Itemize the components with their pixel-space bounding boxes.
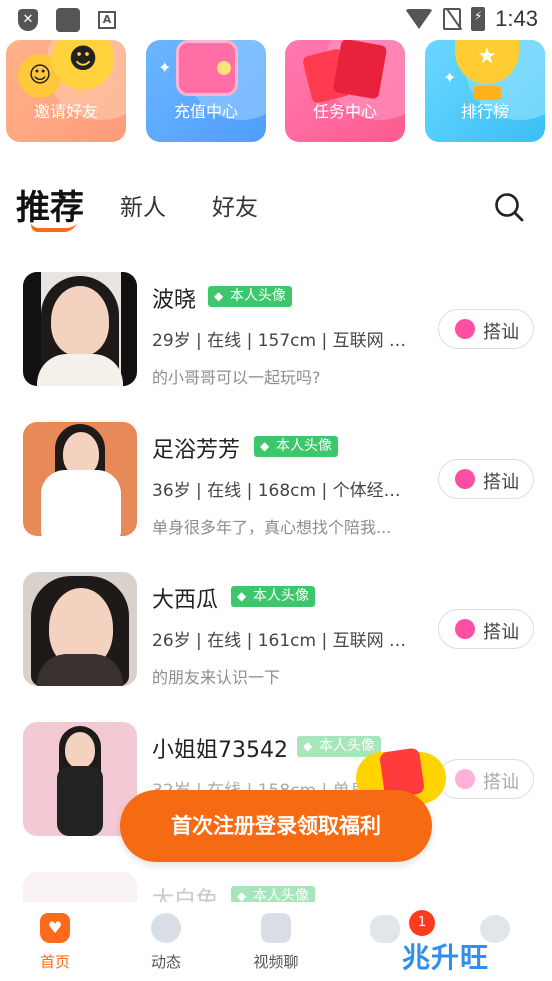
unread-badge: 1 (409, 910, 435, 936)
avatar-face (65, 732, 95, 768)
user-info: 26岁 | 在线 | 161cm | 互联网 | ... (152, 631, 410, 651)
list-item[interactable]: 大白兔 本人头像 (0, 862, 552, 902)
sparkle-icon: ✦ (443, 68, 457, 87)
verified-badge: 本人头像 (208, 286, 292, 307)
heart-icon (455, 469, 475, 489)
tab-bar: 推荐 新人 好友 (16, 176, 536, 240)
chat-up-button[interactable]: 搭讪 (438, 759, 534, 799)
a-icon: A (98, 11, 116, 29)
avatar-face (51, 286, 109, 356)
user-info: 36岁 | 在线 | 168cm | 个体经营... (152, 481, 410, 501)
verified-badge: 本人头像 (254, 436, 338, 457)
user-name: 大西瓜 (152, 588, 219, 613)
feature-cards: ☺ ☻ 邀请好友 ✦ 充值中心 任务中心 ✦ 排行榜 (6, 40, 552, 144)
verified-badge: 本人头像 (231, 586, 315, 607)
nav-feed-label: 动态 (150, 953, 181, 971)
nav-video-chat[interactable]: 视频聊 (236, 913, 316, 972)
shield-icon: ✕ (18, 9, 38, 31)
avatar-body (37, 654, 123, 686)
chat-up-label: 搭讪 (483, 472, 519, 493)
invite-friends-card[interactable]: ☺ ☻ 邀请好友 (6, 40, 126, 142)
status-bar: ✕ A 1:43 (0, 0, 552, 38)
user-bio: 单身很多年了，真心想找个陪我... (152, 518, 392, 537)
chat-up-button[interactable]: 搭讪 (438, 309, 534, 349)
chat-up-label: 搭讪 (483, 622, 519, 643)
chat-up-label: 搭讪 (483, 772, 519, 793)
message-icon[interactable] (370, 915, 400, 943)
recharge-center-card[interactable]: ✦ 充值中心 (146, 40, 266, 142)
verified-badge: 本人头像 (297, 736, 381, 757)
status-right-icons: 1:43 (405, 6, 538, 32)
avatar[interactable] (23, 872, 137, 902)
avatar[interactable] (23, 272, 137, 386)
tv-icon (261, 913, 291, 943)
avatar[interactable] (23, 422, 137, 536)
chat-up-button[interactable]: 搭讪 (438, 609, 534, 649)
avatar[interactable] (23, 572, 137, 686)
home-icon (40, 913, 70, 943)
list-item[interactable]: 大西瓜 本人头像 26岁 | 在线 | 161cm | 互联网 | ... 的朋… (0, 562, 552, 692)
card-label: 任务中心 (312, 102, 377, 121)
planet-icon (151, 913, 181, 943)
red-envelope-icon (332, 40, 388, 100)
avatar-body (37, 354, 123, 386)
user-name: 足浴芳芳 (152, 438, 241, 463)
nav-home[interactable]: 首页 (15, 913, 95, 972)
heart-icon (455, 319, 475, 339)
nav-home-label: 首页 (39, 953, 70, 971)
nav-feed[interactable]: 动态 (126, 913, 206, 972)
chat-up-label: 搭讪 (483, 322, 519, 343)
user-bio: 的小哥哥可以一起玩吗? (152, 368, 321, 387)
wallet-icon (176, 40, 238, 96)
card-label: 邀请好友 (33, 102, 98, 121)
no-sim-icon (443, 8, 462, 30)
tab-active-indicator (28, 222, 78, 232)
heart-icon (455, 619, 475, 639)
status-time: 1:43 (495, 6, 538, 31)
task-center-card[interactable]: 任务中心 (285, 40, 405, 142)
card-label: 排行榜 (460, 102, 509, 121)
leaderboard-card[interactable]: ✦ 排行榜 (425, 40, 545, 142)
wifi-icon (405, 9, 434, 29)
heart-icon (455, 769, 475, 789)
tab-friends[interactable]: 好友 (212, 188, 258, 222)
sparkle-icon: ✦ (158, 58, 172, 77)
avatar-body (57, 766, 103, 836)
app-notification-icon (56, 8, 80, 32)
nav-video-label: 视频聊 (253, 953, 299, 971)
user-name: 波晓 (152, 288, 197, 313)
register-promo-button[interactable]: 首次注册登录领取福利 (120, 790, 432, 862)
search-icon[interactable] (494, 192, 524, 222)
list-item[interactable]: 足浴芳芳 本人头像 36岁 | 在线 | 168cm | 个体经营... 单身很… (0, 412, 552, 542)
list-item[interactable]: 波晓 本人头像 29岁 | 在线 | 157cm | 互联网 | ... 的小哥… (0, 262, 552, 392)
card-label: 充值中心 (173, 102, 238, 121)
chat-up-button[interactable]: 搭讪 (438, 459, 534, 499)
user-name: 大白兔 (152, 888, 219, 902)
avatar-body (41, 470, 121, 536)
battery-charging-icon (471, 7, 486, 31)
user-info: 29岁 | 在线 | 157cm | 互联网 | ... (152, 331, 410, 351)
verified-badge: 本人头像 (231, 886, 315, 902)
status-left-icons: ✕ A (18, 8, 116, 32)
tab-new-people[interactable]: 新人 (120, 188, 166, 222)
user-bio: 的朋友来认识一下 (152, 668, 281, 687)
watermark-logo: 兆升旺 (402, 941, 490, 974)
user-name: 小姐姐73542 (152, 738, 288, 763)
